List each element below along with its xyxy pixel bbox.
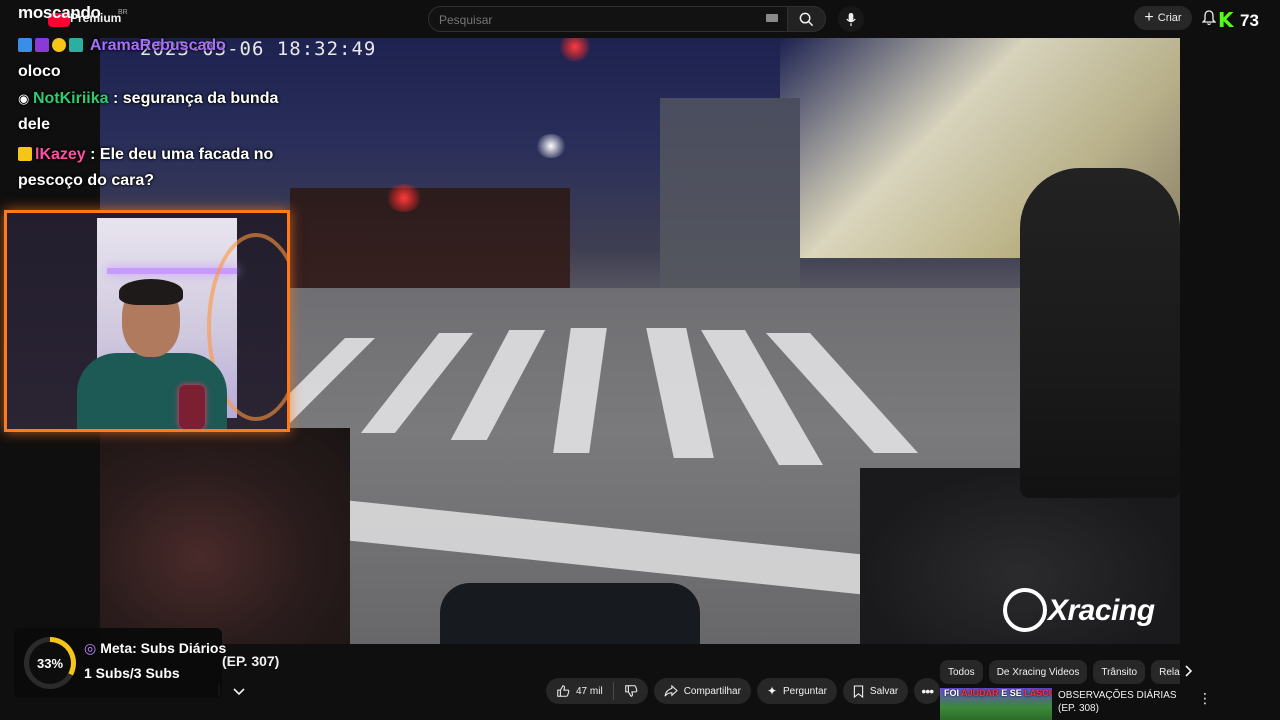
microphone-icon <box>846 12 856 26</box>
sub-goal-widget: 33% ◎ Meta: Subs Diários 1 Subs/3 Subs <box>14 628 226 698</box>
video-rider <box>1020 168 1180 498</box>
video-motorcycle-dash <box>440 583 700 644</box>
goal-dot-icon: ◎ <box>84 640 97 656</box>
premium-label: Premium <box>70 11 122 25</box>
badge-icon <box>18 38 32 52</box>
kick-logo: K <box>1218 8 1234 32</box>
chat-username: AramaRebuscado <box>89 37 226 54</box>
chat-message: ◉ NotKiriika : segurança da bunda dele <box>18 90 279 133</box>
badge-icon <box>52 38 66 52</box>
streamer-hair <box>119 279 183 305</box>
thumbs-up-icon <box>557 685 570 697</box>
like-dislike-group: 47 mil <box>546 678 648 704</box>
recommended-thumbnail[interactable]: FOI AJUDAR E SE LASCOU <box>940 688 1052 720</box>
traffic-light <box>560 38 590 62</box>
search-box[interactable] <box>428 6 788 33</box>
create-label: Criar <box>1157 12 1182 24</box>
chip-related[interactable]: Relac <box>1151 660 1180 684</box>
badge-icon <box>35 38 49 52</box>
plus-icon: + <box>1144 9 1154 26</box>
search-button[interactable] <box>788 6 826 32</box>
xracing-helmet-icon <box>1003 588 1047 632</box>
chat-username: lKazey <box>35 146 86 163</box>
video-building <box>660 98 800 308</box>
like-button[interactable]: 47 mil <box>546 678 613 704</box>
more-actions-button[interactable]: ••• <box>914 678 941 704</box>
chat-text: oloco <box>18 63 61 80</box>
chip-from-channel[interactable]: De Xracing Videos <box>988 660 1088 684</box>
goal-count: 1 Subs/3 Subs <box>84 665 180 681</box>
dislike-button[interactable] <box>614 678 648 704</box>
bell-icon <box>1201 10 1217 26</box>
sparkle-icon: ✦ <box>766 684 777 698</box>
search-icon <box>799 12 814 26</box>
share-icon <box>664 685 678 697</box>
video-motorcycle-left <box>100 428 350 644</box>
video-watermark: Xracing <box>1048 594 1155 627</box>
bookmark-icon <box>853 684 864 698</box>
related-filter-chips: Todos De Xracing Videos Trânsito Relac <box>940 660 1180 684</box>
more-horizontal-icon: ••• <box>921 683 934 699</box>
thumbnail-text: FOI AJUDAR E SE LASCOU <box>944 688 1052 698</box>
save-label: Salvar <box>869 685 899 697</box>
video-actions: 47 mil Compartilhar ✦ Perguntar Salvar •… <box>546 678 941 704</box>
share-label: Compartilhar <box>683 685 741 697</box>
region-label: BR <box>118 9 128 16</box>
goal-title-text: Meta: Subs Diários <box>100 640 227 656</box>
chip-all[interactable]: Todos <box>940 660 983 684</box>
thumbs-down-icon <box>624 685 638 697</box>
notifications-button[interactable] <box>1201 10 1217 31</box>
keyboard-icon[interactable] <box>766 14 778 22</box>
voice-search-button[interactable] <box>838 6 864 32</box>
chat-message: lKazey : Ele deu uma facada no pescoço d… <box>18 146 274 189</box>
microphone-icon <box>179 385 205 429</box>
chip-traffic[interactable]: Trânsito <box>1093 660 1146 684</box>
chevron-right-icon[interactable] <box>1184 664 1194 683</box>
ask-button[interactable]: ✦ Perguntar <box>756 678 837 704</box>
ask-label: Perguntar <box>783 685 827 697</box>
share-button[interactable]: Compartilhar <box>653 678 751 704</box>
eye-badge-icon: ◉ <box>18 91 33 106</box>
more-vertical-icon[interactable]: ⋮ <box>1198 690 1212 707</box>
traffic-light <box>386 184 422 212</box>
video-title-fragment: (EP. 307) <box>222 653 280 669</box>
streamer-webcam <box>4 210 290 432</box>
chat-message: AramaRebuscado oloco <box>18 33 298 85</box>
badge-icon <box>69 38 83 52</box>
save-button[interactable]: Salvar <box>842 678 909 704</box>
street-light <box>536 134 566 158</box>
search-input[interactable] <box>429 7 749 33</box>
goal-title: ◎ Meta: Subs Diários <box>84 640 226 657</box>
chevron-down-icon[interactable] <box>232 684 246 702</box>
create-button[interactable]: + Criar <box>1134 6 1192 30</box>
kick-viewer-count: 73 <box>1240 11 1259 30</box>
chat-username: NotKiriika <box>32 90 109 107</box>
goal-progress-ring: 33% <box>24 637 76 689</box>
recommended-title[interactable]: OBSERVAÇÕES DIÁRIAS (EP. 308) <box>1058 689 1188 715</box>
goal-percent: 33% <box>29 642 71 684</box>
crown-badge-icon <box>18 147 32 161</box>
like-count: 47 mil <box>576 685 603 697</box>
